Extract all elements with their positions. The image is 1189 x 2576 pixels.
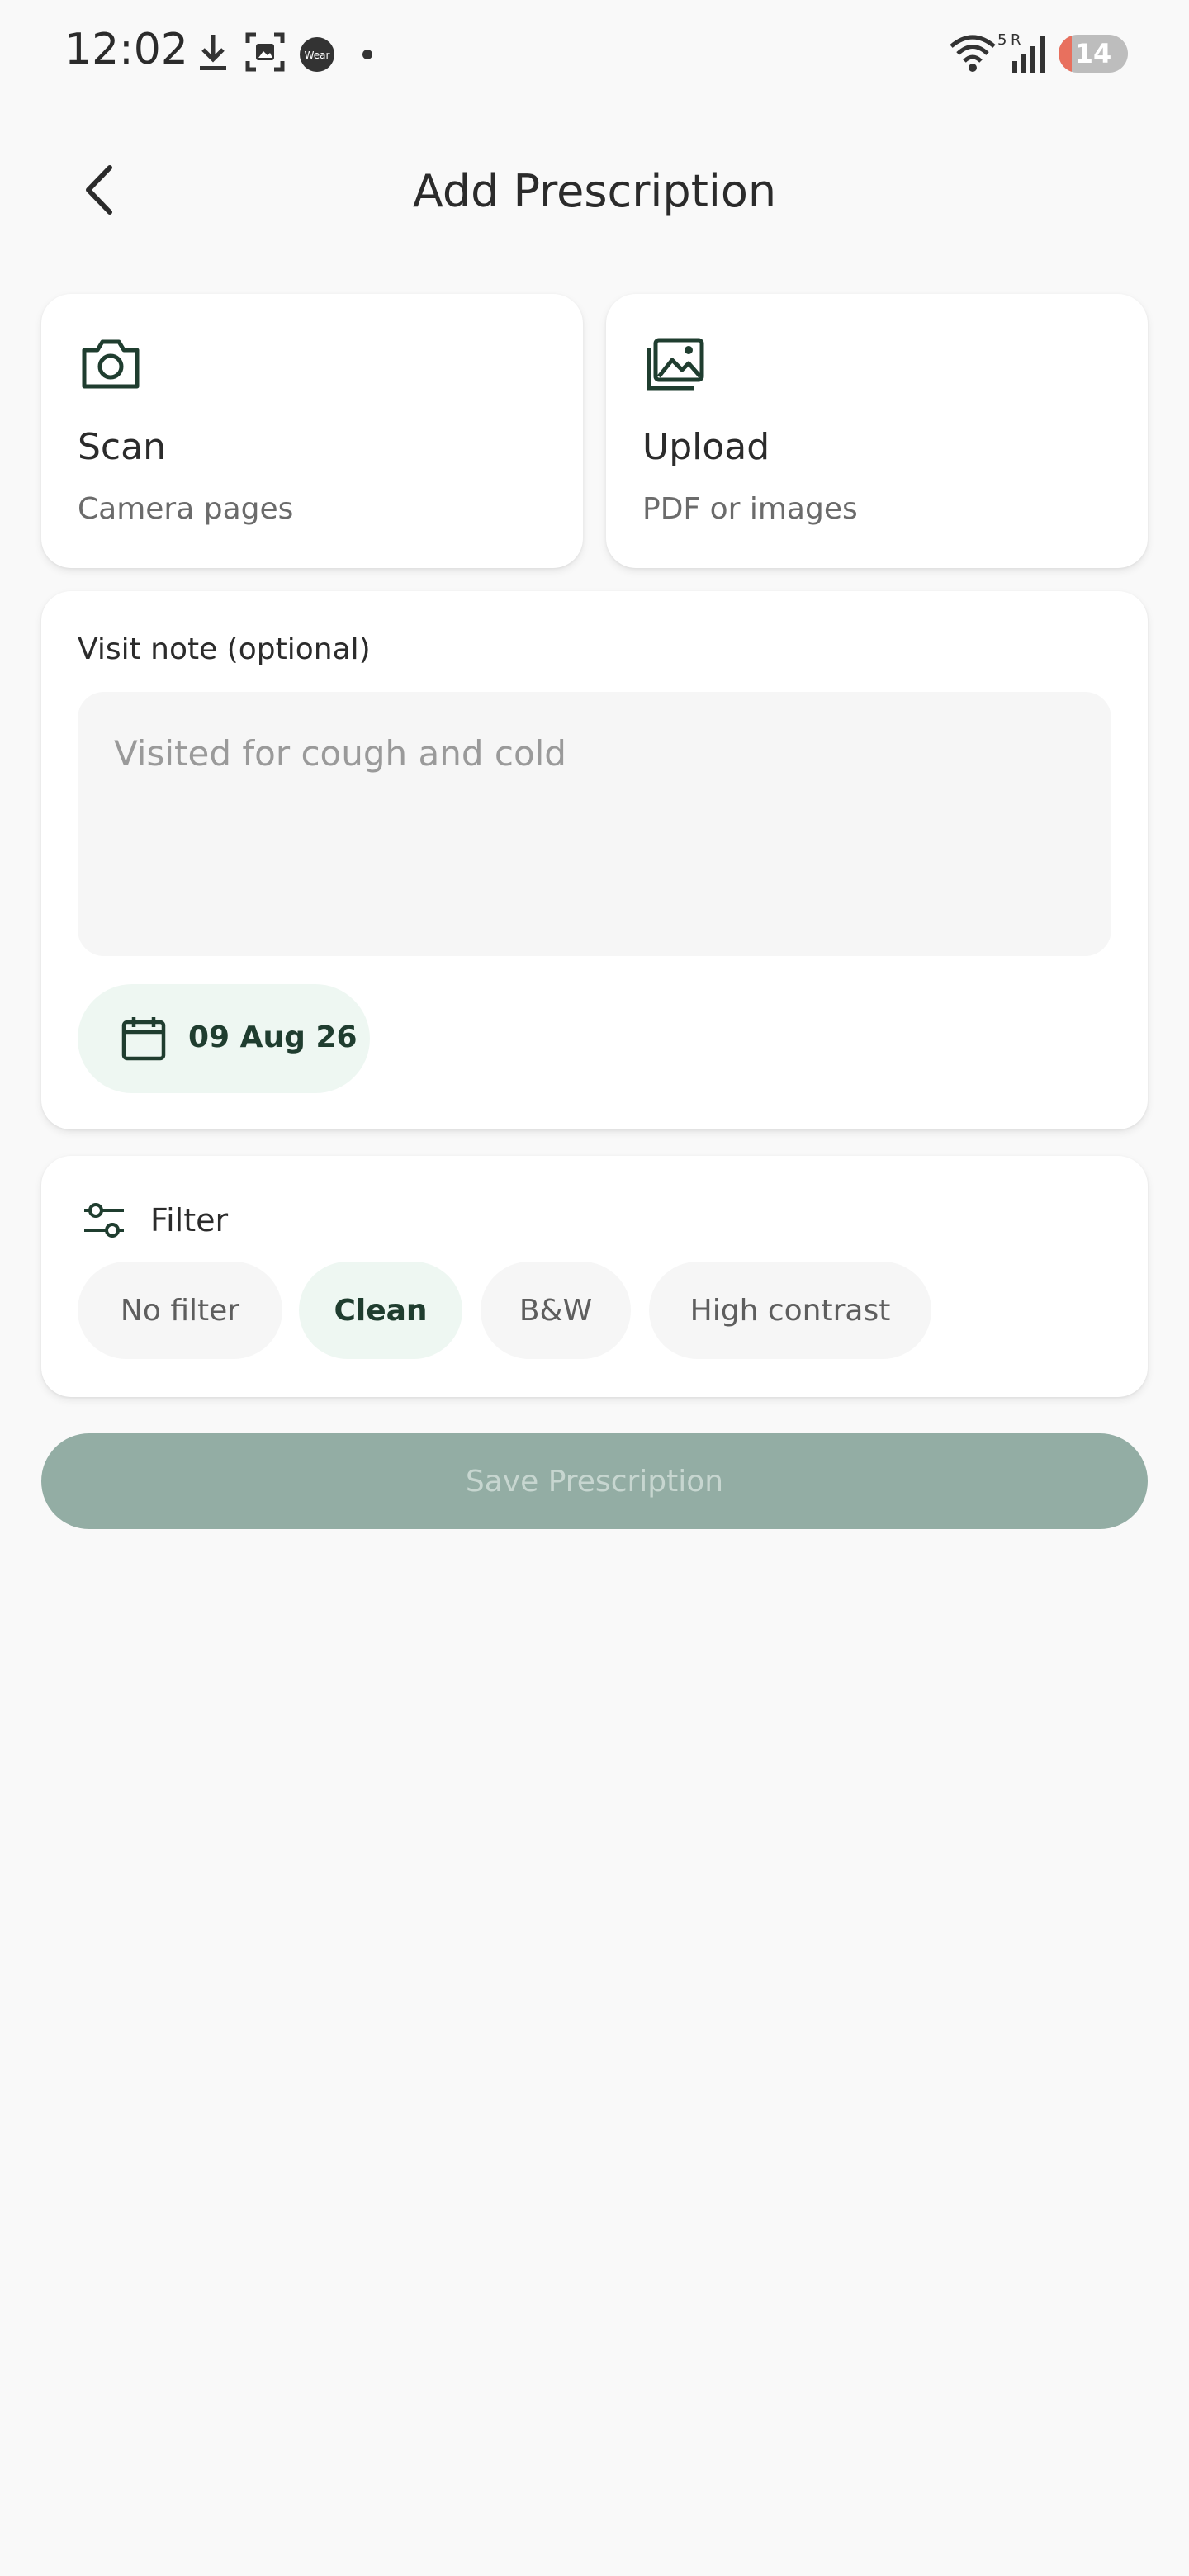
visit-date-text: 09 Aug 26 — [188, 1020, 358, 1054]
svg-text:R: R — [1011, 31, 1021, 49]
visit-note-label: Visit note (optional) — [78, 632, 371, 666]
screenshot-icon — [244, 31, 286, 76]
battery-level: 14 — [1074, 38, 1112, 69]
scan-card[interactable]: Scan Camera pages — [41, 294, 583, 568]
filter-chip-clean[interactable]: Clean — [299, 1262, 462, 1359]
status-bar: 12:02 Wear 5 R 14 — [0, 0, 1189, 107]
visit-note-card: Visit note (optional) Visited for cough … — [41, 591, 1148, 1129]
filter-chip-bw[interactable]: B&W — [481, 1262, 631, 1359]
svg-text:5: 5 — [997, 31, 1006, 49]
wear-icon: Wear — [299, 36, 335, 76]
svg-text:Wear: Wear — [305, 50, 330, 61]
upload-card[interactable]: Upload PDF or images — [606, 294, 1148, 568]
calendar-icon — [121, 1016, 167, 1065]
dot-icon — [362, 48, 373, 64]
filter-card: Filter No filter Clean B&W High contrast — [41, 1156, 1148, 1397]
gallery-icon — [642, 335, 708, 396]
status-time: 12:02 — [64, 25, 188, 74]
visit-note-placeholder: Visited for cough and cold — [114, 733, 566, 774]
filter-chip-no-filter[interactable]: No filter — [78, 1262, 282, 1359]
upload-subtitle: PDF or images — [642, 492, 858, 526]
visit-date-button[interactable]: 09 Aug 26 — [78, 984, 370, 1093]
download-icon — [195, 31, 231, 78]
wifi-icon: 5 — [948, 31, 1007, 81]
app-bar: Add Prescription — [0, 132, 1189, 248]
save-prescription-button[interactable]: Save Prescription — [41, 1433, 1148, 1529]
scan-title: Scan — [78, 426, 166, 468]
filter-label: Filter — [150, 1202, 229, 1238]
page-title: Add Prescription — [412, 165, 777, 217]
camera-icon — [78, 335, 144, 396]
battery-icon: 14 — [1059, 35, 1128, 73]
sliders-icon — [81, 1200, 127, 1245]
signal-icon: R — [1009, 31, 1050, 81]
upload-title: Upload — [642, 426, 770, 468]
visit-note-input[interactable]: Visited for cough and cold — [78, 692, 1111, 956]
scan-subtitle: Camera pages — [78, 492, 294, 526]
filter-chip-high-contrast[interactable]: High contrast — [649, 1262, 931, 1359]
